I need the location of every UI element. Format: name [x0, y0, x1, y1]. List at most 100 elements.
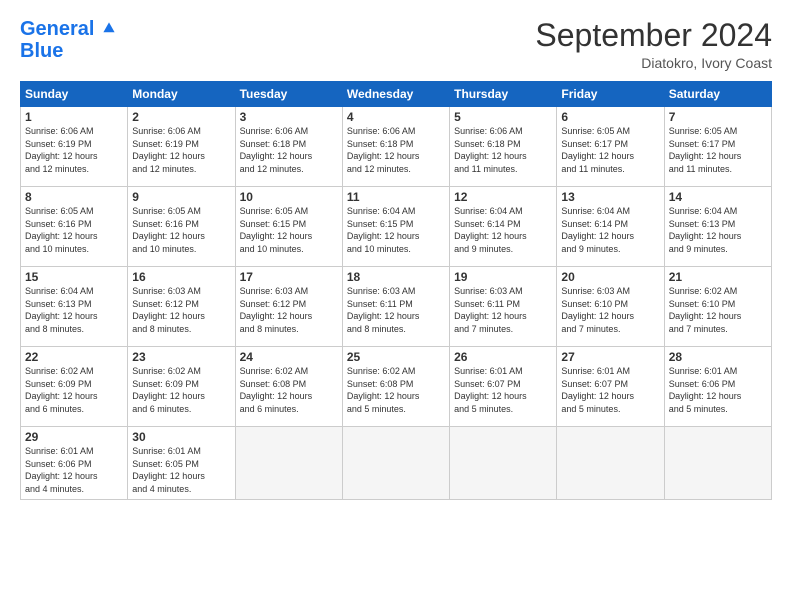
day-number: 30 — [132, 430, 230, 444]
calendar-day-cell — [557, 427, 664, 499]
day-number: 26 — [454, 350, 552, 364]
day-info: Sunrise: 6:01 AM Sunset: 6:07 PM Dayligh… — [561, 365, 659, 415]
day-info: Sunrise: 6:06 AM Sunset: 6:19 PM Dayligh… — [132, 125, 230, 175]
day-info: Sunrise: 6:06 AM Sunset: 6:18 PM Dayligh… — [454, 125, 552, 175]
day-info: Sunrise: 6:04 AM Sunset: 6:14 PM Dayligh… — [454, 205, 552, 255]
day-number: 18 — [347, 270, 445, 284]
day-info: Sunrise: 6:03 AM Sunset: 6:11 PM Dayligh… — [454, 285, 552, 335]
calendar-day-cell: 8Sunrise: 6:05 AM Sunset: 6:16 PM Daylig… — [21, 187, 128, 267]
calendar-day-cell: 19Sunrise: 6:03 AM Sunset: 6:11 PM Dayli… — [450, 267, 557, 347]
calendar-day-cell: 13Sunrise: 6:04 AM Sunset: 6:14 PM Dayli… — [557, 187, 664, 267]
calendar-day-cell: 20Sunrise: 6:03 AM Sunset: 6:10 PM Dayli… — [557, 267, 664, 347]
day-info: Sunrise: 6:05 AM Sunset: 6:17 PM Dayligh… — [669, 125, 767, 175]
day-info: Sunrise: 6:04 AM Sunset: 6:15 PM Dayligh… — [347, 205, 445, 255]
calendar-day-cell: 25Sunrise: 6:02 AM Sunset: 6:08 PM Dayli… — [342, 347, 449, 427]
day-info: Sunrise: 6:04 AM Sunset: 6:13 PM Dayligh… — [25, 285, 123, 335]
calendar-week-row: 29Sunrise: 6:01 AM Sunset: 6:06 PM Dayli… — [21, 427, 772, 499]
logo: General Blue — [20, 18, 116, 62]
logo-text2: Blue — [20, 40, 116, 62]
logo-icon — [102, 21, 116, 35]
day-info: Sunrise: 6:05 AM Sunset: 6:15 PM Dayligh… — [240, 205, 338, 255]
day-info: Sunrise: 6:01 AM Sunset: 6:07 PM Dayligh… — [454, 365, 552, 415]
location-subtitle: Diatokro, Ivory Coast — [535, 55, 772, 71]
day-number: 22 — [25, 350, 123, 364]
day-info: Sunrise: 6:06 AM Sunset: 6:18 PM Dayligh… — [240, 125, 338, 175]
calendar-day-cell: 26Sunrise: 6:01 AM Sunset: 6:07 PM Dayli… — [450, 347, 557, 427]
day-info: Sunrise: 6:05 AM Sunset: 6:16 PM Dayligh… — [132, 205, 230, 255]
calendar-day-cell: 9Sunrise: 6:05 AM Sunset: 6:16 PM Daylig… — [128, 187, 235, 267]
weekday-header-sunday: Sunday — [21, 82, 128, 107]
day-info: Sunrise: 6:02 AM Sunset: 6:08 PM Dayligh… — [347, 365, 445, 415]
day-number: 21 — [669, 270, 767, 284]
calendar-day-cell — [450, 427, 557, 499]
calendar-week-row: 8Sunrise: 6:05 AM Sunset: 6:16 PM Daylig… — [21, 187, 772, 267]
day-info: Sunrise: 6:01 AM Sunset: 6:06 PM Dayligh… — [25, 445, 123, 495]
month-title: September 2024 — [535, 18, 772, 53]
day-info: Sunrise: 6:05 AM Sunset: 6:16 PM Dayligh… — [25, 205, 123, 255]
day-number: 11 — [347, 190, 445, 204]
day-number: 24 — [240, 350, 338, 364]
day-number: 15 — [25, 270, 123, 284]
title-block: September 2024 Diatokro, Ivory Coast — [535, 18, 772, 71]
calendar-day-cell: 22Sunrise: 6:02 AM Sunset: 6:09 PM Dayli… — [21, 347, 128, 427]
day-number: 1 — [25, 110, 123, 124]
calendar-day-cell: 27Sunrise: 6:01 AM Sunset: 6:07 PM Dayli… — [557, 347, 664, 427]
day-number: 20 — [561, 270, 659, 284]
day-info: Sunrise: 6:04 AM Sunset: 6:13 PM Dayligh… — [669, 205, 767, 255]
calendar-week-row: 15Sunrise: 6:04 AM Sunset: 6:13 PM Dayli… — [21, 267, 772, 347]
calendar-day-cell: 3Sunrise: 6:06 AM Sunset: 6:18 PM Daylig… — [235, 107, 342, 187]
calendar-day-cell: 14Sunrise: 6:04 AM Sunset: 6:13 PM Dayli… — [664, 187, 771, 267]
day-number: 6 — [561, 110, 659, 124]
day-number: 23 — [132, 350, 230, 364]
calendar-day-cell: 18Sunrise: 6:03 AM Sunset: 6:11 PM Dayli… — [342, 267, 449, 347]
calendar-day-cell: 29Sunrise: 6:01 AM Sunset: 6:06 PM Dayli… — [21, 427, 128, 499]
day-number: 8 — [25, 190, 123, 204]
day-info: Sunrise: 6:02 AM Sunset: 6:09 PM Dayligh… — [132, 365, 230, 415]
day-info: Sunrise: 6:03 AM Sunset: 6:12 PM Dayligh… — [132, 285, 230, 335]
calendar-day-cell: 4Sunrise: 6:06 AM Sunset: 6:18 PM Daylig… — [342, 107, 449, 187]
header: General Blue September 2024 Diatokro, Iv… — [20, 18, 772, 71]
day-number: 27 — [561, 350, 659, 364]
day-number: 16 — [132, 270, 230, 284]
calendar-day-cell: 6Sunrise: 6:05 AM Sunset: 6:17 PM Daylig… — [557, 107, 664, 187]
day-number: 2 — [132, 110, 230, 124]
calendar-day-cell: 28Sunrise: 6:01 AM Sunset: 6:06 PM Dayli… — [664, 347, 771, 427]
calendar-week-row: 22Sunrise: 6:02 AM Sunset: 6:09 PM Dayli… — [21, 347, 772, 427]
logo-text: General — [20, 18, 116, 40]
weekday-header-wednesday: Wednesday — [342, 82, 449, 107]
day-info: Sunrise: 6:02 AM Sunset: 6:09 PM Dayligh… — [25, 365, 123, 415]
day-info: Sunrise: 6:03 AM Sunset: 6:12 PM Dayligh… — [240, 285, 338, 335]
day-info: Sunrise: 6:06 AM Sunset: 6:19 PM Dayligh… — [25, 125, 123, 175]
weekday-header-friday: Friday — [557, 82, 664, 107]
day-number: 7 — [669, 110, 767, 124]
calendar-day-cell: 2Sunrise: 6:06 AM Sunset: 6:19 PM Daylig… — [128, 107, 235, 187]
day-info: Sunrise: 6:06 AM Sunset: 6:18 PM Dayligh… — [347, 125, 445, 175]
weekday-header-thursday: Thursday — [450, 82, 557, 107]
calendar-day-cell: 11Sunrise: 6:04 AM Sunset: 6:15 PM Dayli… — [342, 187, 449, 267]
calendar-day-cell: 1Sunrise: 6:06 AM Sunset: 6:19 PM Daylig… — [21, 107, 128, 187]
day-number: 12 — [454, 190, 552, 204]
day-info: Sunrise: 6:02 AM Sunset: 6:10 PM Dayligh… — [669, 285, 767, 335]
day-number: 10 — [240, 190, 338, 204]
day-number: 28 — [669, 350, 767, 364]
day-number: 5 — [454, 110, 552, 124]
calendar-day-cell: 17Sunrise: 6:03 AM Sunset: 6:12 PM Dayli… — [235, 267, 342, 347]
calendar-day-cell: 21Sunrise: 6:02 AM Sunset: 6:10 PM Dayli… — [664, 267, 771, 347]
calendar-day-cell: 15Sunrise: 6:04 AM Sunset: 6:13 PM Dayli… — [21, 267, 128, 347]
day-info: Sunrise: 6:02 AM Sunset: 6:08 PM Dayligh… — [240, 365, 338, 415]
calendar-table: SundayMondayTuesdayWednesdayThursdayFrid… — [20, 81, 772, 499]
day-number: 25 — [347, 350, 445, 364]
weekday-header-saturday: Saturday — [664, 82, 771, 107]
day-number: 17 — [240, 270, 338, 284]
day-info: Sunrise: 6:03 AM Sunset: 6:11 PM Dayligh… — [347, 285, 445, 335]
calendar-day-cell: 16Sunrise: 6:03 AM Sunset: 6:12 PM Dayli… — [128, 267, 235, 347]
day-number: 19 — [454, 270, 552, 284]
calendar-day-cell: 30Sunrise: 6:01 AM Sunset: 6:05 PM Dayli… — [128, 427, 235, 499]
weekday-header-row: SundayMondayTuesdayWednesdayThursdayFrid… — [21, 82, 772, 107]
calendar-page: General Blue September 2024 Diatokro, Iv… — [0, 0, 792, 612]
calendar-day-cell: 10Sunrise: 6:05 AM Sunset: 6:15 PM Dayli… — [235, 187, 342, 267]
day-number: 3 — [240, 110, 338, 124]
calendar-day-cell — [342, 427, 449, 499]
day-number: 29 — [25, 430, 123, 444]
day-number: 9 — [132, 190, 230, 204]
